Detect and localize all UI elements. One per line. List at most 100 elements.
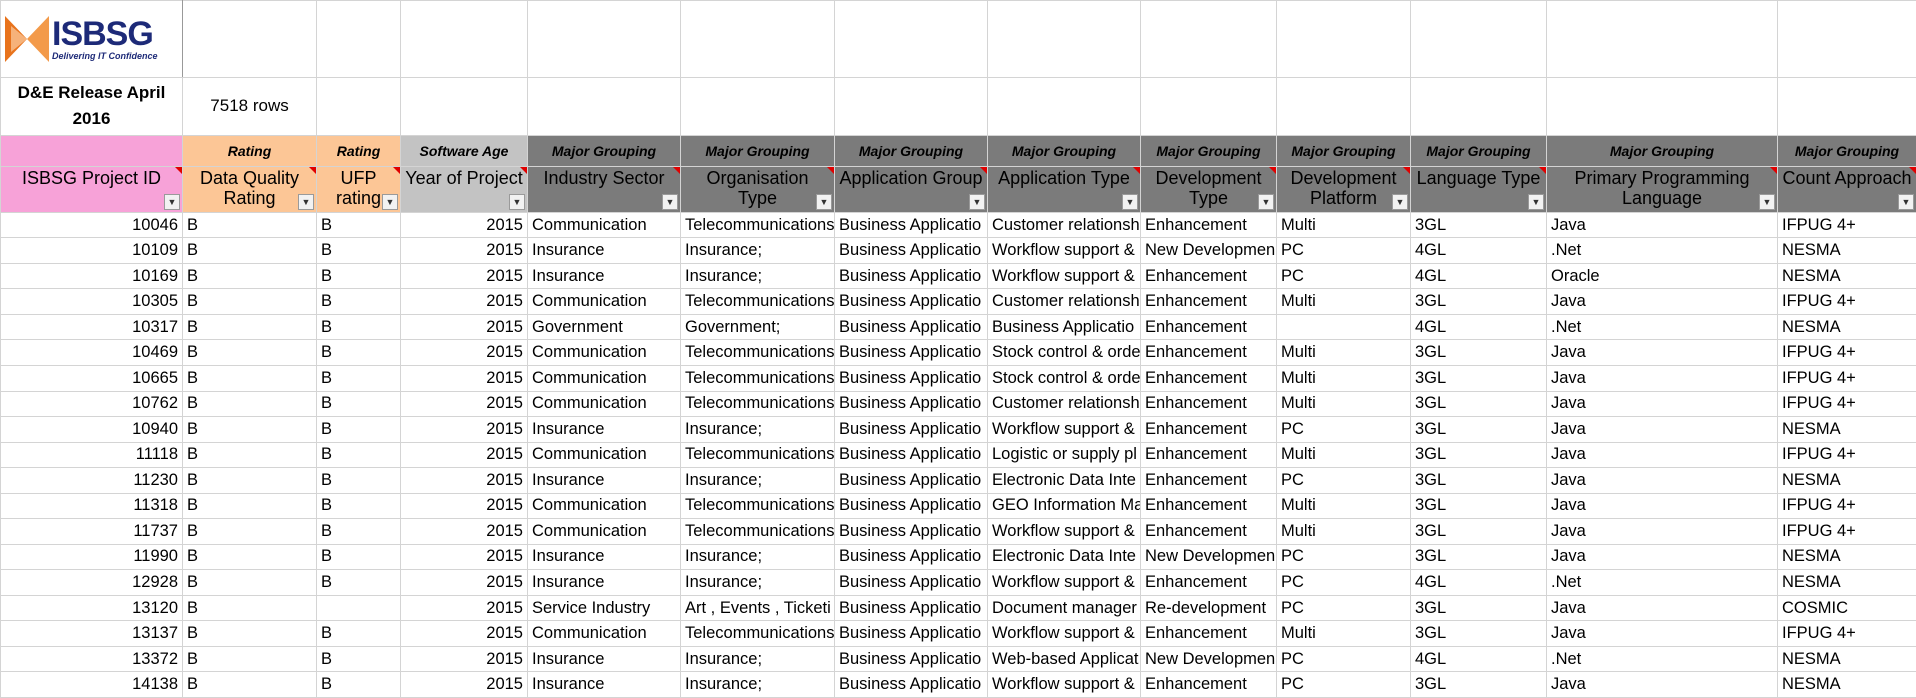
cell-development-platform[interactable]: PC xyxy=(1276,594,1411,622)
column-header[interactable]: Organisation Type ▼ xyxy=(680,166,835,213)
cell-application-group[interactable]: Business Applicatio xyxy=(834,492,988,520)
cell-organisation-type[interactable]: Telecommunications xyxy=(680,441,835,469)
cell-application-group[interactable]: Business Applicatio xyxy=(834,237,988,264)
cell-development-platform[interactable]: Multi xyxy=(1276,288,1411,315)
group-cell[interactable]: Major Grouping xyxy=(1777,134,1916,168)
cell-language-type[interactable]: 3GL xyxy=(1410,467,1547,494)
cell-industry-sector[interactable]: Communication xyxy=(527,492,681,520)
cell-development-type[interactable]: Enhancement xyxy=(1140,313,1277,341)
cell-application-type[interactable]: Workflow support & xyxy=(987,262,1141,290)
cell-empty[interactable] xyxy=(680,0,835,78)
cell-count-approach[interactable]: NESMA xyxy=(1777,645,1916,673)
cell-organisation-type[interactable]: Insurance; xyxy=(680,671,835,698)
cell-programming-language[interactable]: .Net xyxy=(1546,645,1778,673)
cell-industry-sector[interactable]: Insurance xyxy=(527,671,681,698)
cell-language-type[interactable]: 3GL xyxy=(1410,594,1547,622)
cell-industry-sector[interactable]: Insurance xyxy=(527,467,681,494)
cell-count-approach[interactable]: IFPUG 4+ xyxy=(1777,390,1916,418)
cell-programming-language[interactable]: .Net xyxy=(1546,313,1778,341)
cell-year[interactable]: 2015 xyxy=(400,288,528,315)
column-header[interactable]: UFP rating ▼ xyxy=(316,166,401,213)
cell-programming-language[interactable]: Java xyxy=(1546,620,1778,647)
cell-data-quality[interactable]: B xyxy=(182,237,317,264)
cell-empty[interactable] xyxy=(316,0,401,78)
cell-programming-language[interactable]: Oracle xyxy=(1546,262,1778,290)
cell-language-type[interactable]: 4GL xyxy=(1410,237,1547,264)
cell-industry-sector[interactable]: Government xyxy=(527,313,681,341)
cell-language-type[interactable]: 3GL xyxy=(1410,492,1547,520)
cell-count-approach[interactable]: NESMA xyxy=(1777,416,1916,443)
cell-data-quality[interactable]: B xyxy=(182,671,317,698)
cell-project-id[interactable]: 10317 xyxy=(0,313,183,341)
cell-language-type[interactable]: 3GL xyxy=(1410,416,1547,443)
cell-project-id[interactable]: 14138 xyxy=(0,671,183,698)
cell-project-id[interactable]: 13372 xyxy=(0,645,183,673)
cell-development-type[interactable]: Enhancement xyxy=(1140,671,1277,698)
cell-language-type[interactable]: 4GL xyxy=(1410,262,1547,290)
filter-dropdown-icon[interactable]: ▼ xyxy=(1122,193,1138,210)
cell-organisation-type[interactable]: Telecommunications xyxy=(680,339,835,366)
cell-ufp-rating[interactable]: B xyxy=(316,365,401,392)
cell-project-id[interactable]: 12928 xyxy=(0,569,183,596)
cell-development-platform[interactable]: PC xyxy=(1276,416,1411,443)
cell-ufp-rating[interactable]: B xyxy=(316,339,401,366)
cell-application-group[interactable]: Business Applicatio xyxy=(834,313,988,341)
cell-application-group[interactable]: Business Applicatio xyxy=(834,569,988,596)
filter-dropdown-icon[interactable]: ▼ xyxy=(1528,193,1544,210)
cell-organisation-type[interactable]: Art , Events , Ticketi xyxy=(680,594,835,622)
cell-count-approach[interactable]: IFPUG 4+ xyxy=(1777,620,1916,647)
cell-programming-language[interactable]: Java xyxy=(1546,211,1778,239)
cell-application-group[interactable]: Business Applicatio xyxy=(834,416,988,443)
cell-ufp-rating[interactable]: B xyxy=(316,492,401,520)
cell-ufp-rating[interactable]: B xyxy=(316,671,401,698)
cell-data-quality[interactable]: B xyxy=(182,365,317,392)
cell-year[interactable]: 2015 xyxy=(400,313,528,341)
cell-programming-language[interactable]: Java xyxy=(1546,416,1778,443)
cell-application-group[interactable]: Business Applicatio xyxy=(834,365,988,392)
cell-development-type[interactable]: New Developmen xyxy=(1140,237,1277,264)
cell-application-type[interactable]: Stock control & orde xyxy=(987,365,1141,392)
cell-organisation-type[interactable]: Telecommunications xyxy=(680,211,835,239)
cell-data-quality[interactable]: B xyxy=(182,416,317,443)
cell-ufp-rating[interactable]: B xyxy=(316,543,401,571)
cell-empty[interactable] xyxy=(1410,0,1547,78)
cell-ufp-rating[interactable]: B xyxy=(316,313,401,341)
cell-organisation-type[interactable]: Telecommunications xyxy=(680,365,835,392)
cell-development-type[interactable]: Enhancement xyxy=(1140,211,1277,239)
cell-count-approach[interactable]: IFPUG 4+ xyxy=(1777,211,1916,239)
filter-dropdown-icon[interactable]: ▼ xyxy=(298,193,314,210)
cell-programming-language[interactable]: .Net xyxy=(1546,569,1778,596)
cell-count-approach[interactable]: IFPUG 4+ xyxy=(1777,288,1916,315)
cell-project-id[interactable]: 10762 xyxy=(0,390,183,418)
cell-programming-language[interactable]: Java xyxy=(1546,518,1778,545)
cell-data-quality[interactable]: B xyxy=(182,441,317,469)
cell-organisation-type[interactable]: Insurance; xyxy=(680,262,835,290)
cell-programming-language[interactable]: Java xyxy=(1546,390,1778,418)
cell-industry-sector[interactable]: Insurance xyxy=(527,416,681,443)
column-header[interactable]: Count Approach ▼ xyxy=(1777,166,1916,213)
cell-count-approach[interactable]: NESMA xyxy=(1777,671,1916,698)
cell-year[interactable]: 2015 xyxy=(400,262,528,290)
cell-count-approach[interactable]: NESMA xyxy=(1777,543,1916,571)
cell-programming-language[interactable]: Java xyxy=(1546,543,1778,571)
cell-project-id[interactable]: 11118 xyxy=(0,441,183,469)
cell-application-group[interactable]: Business Applicatio xyxy=(834,288,988,315)
cell-empty[interactable] xyxy=(1276,76,1411,136)
cell-application-type[interactable]: Logistic or supply pl xyxy=(987,441,1141,469)
cell-application-type[interactable]: Workflow support & xyxy=(987,671,1141,698)
group-cell[interactable]: Major Grouping xyxy=(1410,134,1547,168)
cell-ufp-rating[interactable]: B xyxy=(316,288,401,315)
cell-application-group[interactable]: Business Applicatio xyxy=(834,339,988,366)
cell-project-id[interactable]: 10305 xyxy=(0,288,183,315)
cell-language-type[interactable]: 4GL xyxy=(1410,313,1547,341)
cell-count-approach[interactable]: IFPUG 4+ xyxy=(1777,518,1916,545)
cell-application-group[interactable]: Business Applicatio xyxy=(834,645,988,673)
cell-application-type[interactable]: Workflow support & xyxy=(987,237,1141,264)
cell-industry-sector[interactable]: Communication xyxy=(527,339,681,366)
cell-project-id[interactable]: 10469 xyxy=(0,339,183,366)
cell-ufp-rating[interactable]: B xyxy=(316,211,401,239)
cell-application-type[interactable]: Workflow support & xyxy=(987,620,1141,647)
cell-development-type[interactable]: New Developmen xyxy=(1140,645,1277,673)
cell-count-approach[interactable]: NESMA xyxy=(1777,313,1916,341)
column-header[interactable]: Application Type ▼ xyxy=(987,166,1141,213)
